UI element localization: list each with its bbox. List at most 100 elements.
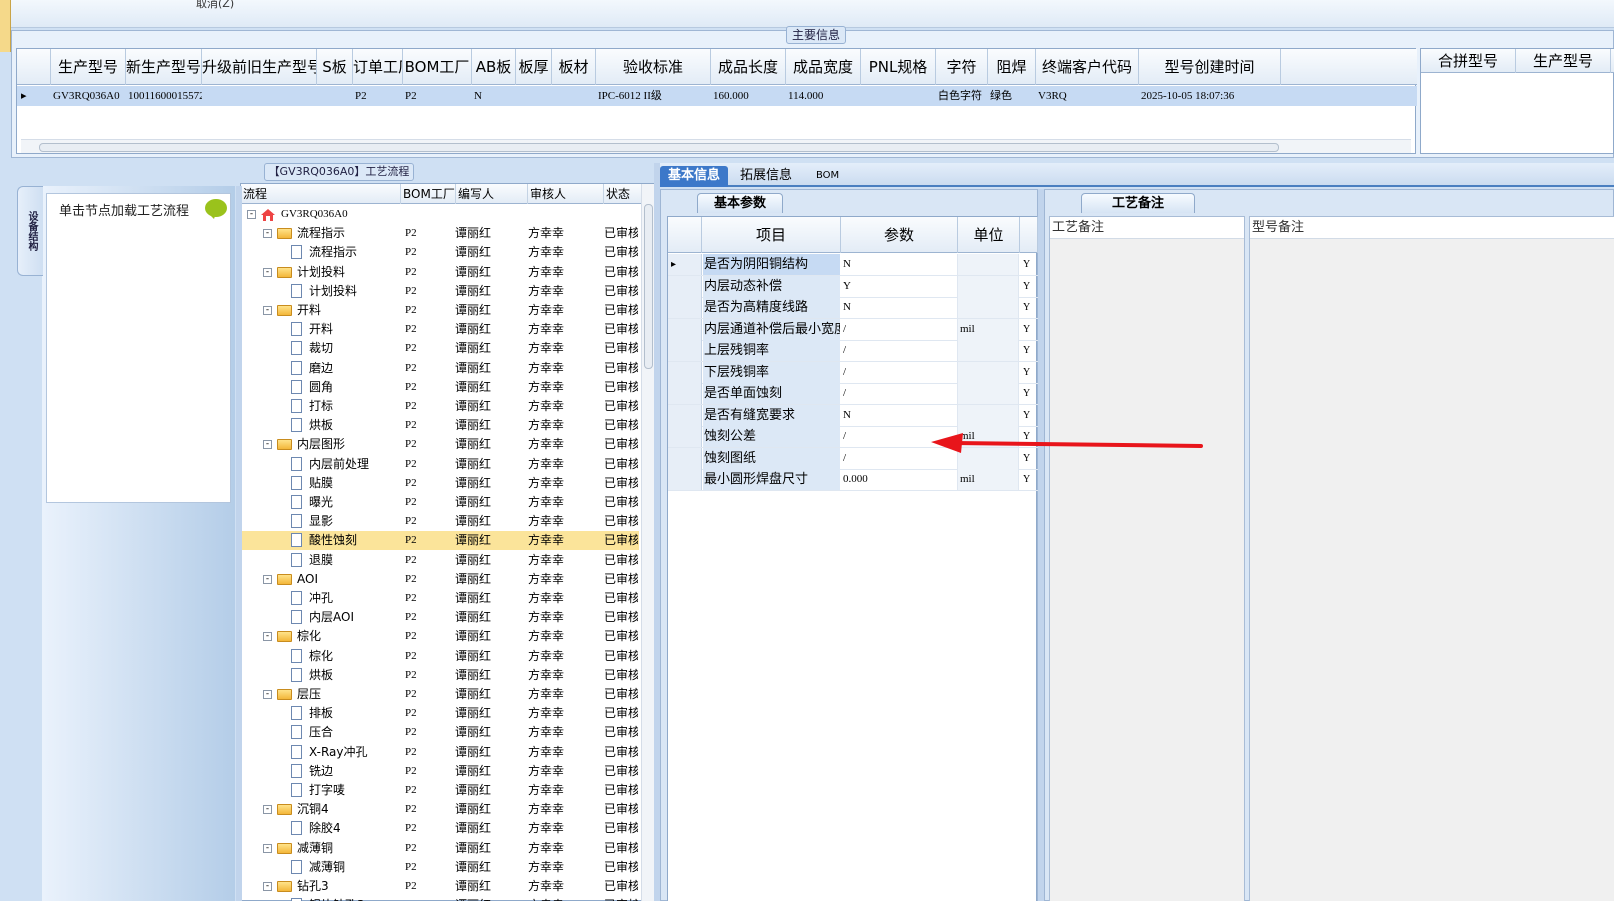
cancel-button[interactable]: 取消(Z) bbox=[196, 0, 234, 11]
param-value[interactable]: N bbox=[841, 297, 958, 318]
column-header[interactable]: 编写人 bbox=[456, 184, 528, 204]
column-header[interactable]: 订单工厂 bbox=[353, 49, 403, 85]
column-header[interactable]: 成品长度 bbox=[711, 49, 786, 85]
column-header[interactable]: 验收标准 bbox=[596, 49, 711, 85]
model-remarks-box[interactable]: 型号备注 bbox=[1249, 216, 1614, 901]
column-header[interactable]: 合拼型号 bbox=[1421, 49, 1516, 73]
column-header[interactable]: BOM工厂 bbox=[403, 49, 472, 85]
tree-row[interactable]: 酸性蚀刻 P2 谭丽红 方幸幸 已审核 bbox=[241, 531, 639, 551]
tree-row[interactable]: 除胶4 P2 谭丽红 方幸幸 已审核 bbox=[241, 819, 639, 838]
scrollbar-thumb[interactable] bbox=[644, 204, 653, 369]
column-header[interactable]: 生产型号 bbox=[1516, 49, 1611, 73]
param-row[interactable]: 是否有缝宽要求 N Y bbox=[668, 404, 1038, 427]
vertical-scrollbar[interactable] bbox=[641, 184, 654, 901]
tree-row[interactable]: 打字唛 P2 谭丽红 方幸幸 已审核 bbox=[241, 781, 639, 800]
column-header[interactable]: 字符 bbox=[936, 49, 988, 85]
tree-row[interactable]: - 棕化 P2 谭丽红 方幸幸 已审核 bbox=[241, 627, 639, 646]
tab-basic-params[interactable]: 基本参数 bbox=[697, 193, 783, 213]
tree-row[interactable]: 贴膜 P2 谭丽红 方幸幸 已审核 bbox=[241, 474, 639, 493]
tree-row[interactable]: 曝光 P2 谭丽红 方幸幸 已审核 bbox=[241, 493, 639, 512]
tree-row[interactable]: - 计划投料 P2 谭丽红 方幸幸 已审核 bbox=[241, 263, 639, 282]
tree-row[interactable]: - GV3RQ036A0 bbox=[241, 205, 639, 224]
tree-row[interactable]: 圆角 P2 谭丽红 方幸幸 已审核 bbox=[241, 378, 639, 397]
tree-row[interactable]: 打标 P2 谭丽红 方幸幸 已审核 bbox=[241, 397, 639, 416]
column-header[interactable]: 型号创建时间 bbox=[1139, 49, 1281, 85]
param-value[interactable]: / bbox=[841, 361, 958, 383]
tree-row[interactable]: 棕化 P2 谭丽红 方幸幸 已审核 bbox=[241, 647, 639, 666]
tab-extended-info[interactable]: 拓展信息 bbox=[732, 166, 800, 187]
column-header[interactable]: 审核人 bbox=[528, 184, 604, 204]
tree-row[interactable]: - 流程指示 P2 谭丽红 方幸幸 已审核 bbox=[241, 224, 639, 243]
expand-toggle[interactable]: - bbox=[263, 229, 272, 239]
column-header[interactable]: 板厚 bbox=[516, 49, 552, 85]
column-header[interactable]: 升级前旧生产型号 bbox=[202, 49, 317, 85]
tree-row[interactable]: 烘板 P2 谭丽红 方幸幸 已审核 bbox=[241, 416, 639, 435]
tree-row[interactable]: 减薄铜 P2 谭丽红 方幸幸 已审核 bbox=[241, 858, 639, 877]
tree-row[interactable]: - 钻孔3 P2 谭丽红 方幸幸 已审核 bbox=[241, 877, 639, 896]
param-row[interactable]: 下层残铜率 / Y bbox=[668, 361, 1038, 384]
param-value[interactable]: N bbox=[841, 254, 958, 275]
param-row[interactable]: ▸ 是否为阴阳铜结构 N Y bbox=[668, 254, 1038, 276]
column-header[interactable]: PNL规格 bbox=[861, 49, 936, 85]
tree-row[interactable]: 裁切 P2 谭丽红 方幸幸 已审核 bbox=[241, 339, 639, 358]
expand-toggle[interactable]: - bbox=[263, 306, 272, 315]
expand-toggle[interactable]: - bbox=[263, 574, 272, 584]
scrollbar-thumb[interactable] bbox=[39, 143, 1279, 152]
tree-row[interactable]: 开料 P2 谭丽红 方幸幸 已审核 bbox=[241, 320, 639, 339]
tree-row[interactable]: - 沉铜4 P2 谭丽红 方幸幸 已审核 bbox=[241, 800, 639, 819]
tree-row[interactable]: 内层前处理 P2 谭丽红 方幸幸 已审核 bbox=[241, 455, 639, 474]
column-header[interactable]: BOM工厂 bbox=[401, 184, 456, 204]
tree-row[interactable]: 退膜 P2 谭丽红 方幸幸 已审核 bbox=[241, 551, 639, 570]
tree-row[interactable]: - 层压 P2 谭丽红 方幸幸 已审核 bbox=[241, 685, 639, 704]
tree-row[interactable]: - 内层图形 P2 谭丽红 方幸幸 已审核 bbox=[241, 435, 639, 454]
expand-toggle[interactable]: - bbox=[247, 210, 256, 219]
param-row[interactable]: 内层通道补偿后最小宽度 / mil Y bbox=[668, 318, 1038, 341]
param-row[interactable]: 内层动态补偿 Y Y bbox=[668, 275, 1038, 298]
column-header[interactable]: 状态 bbox=[604, 184, 644, 204]
param-row[interactable]: 是否单面蚀刻 / Y bbox=[668, 383, 1038, 405]
column-header[interactable]: 阻焊 bbox=[988, 49, 1036, 85]
tree-row[interactable]: 铣边 P2 谭丽红 方幸幸 已审核 bbox=[241, 762, 639, 781]
column-header[interactable]: 参数 bbox=[841, 217, 958, 253]
param-value[interactable]: 0.000 bbox=[841, 469, 958, 490]
tab-bom[interactable]: BOM bbox=[808, 166, 847, 187]
expand-toggle[interactable]: - bbox=[263, 690, 272, 699]
side-tab-device-structure[interactable]: 设备结构 bbox=[17, 186, 43, 276]
column-header[interactable]: 项目 bbox=[702, 217, 841, 253]
param-row[interactable]: 最小圆形焊盘尺寸 0.000 mil Y bbox=[668, 469, 1038, 491]
column-header[interactable]: 板材 bbox=[552, 49, 596, 85]
tree-row[interactable]: - AOI P2 谭丽红 方幸幸 已审核 bbox=[241, 570, 639, 589]
column-header[interactable]: 终端客户代码 bbox=[1036, 49, 1139, 85]
column-header[interactable]: 流程 bbox=[241, 184, 401, 204]
tree-row[interactable]: 内层AOI P2 谭丽红 方幸幸 已审核 bbox=[241, 608, 639, 627]
tree-row[interactable]: 烘板 P2 谭丽红 方幸幸 已审核 bbox=[241, 666, 639, 685]
param-row[interactable]: 上层残铜率 / Y bbox=[668, 340, 1038, 362]
tree-row[interactable]: 冲孔 P2 谭丽红 方幸幸 已审核 bbox=[241, 589, 639, 608]
param-value[interactable]: / bbox=[841, 383, 958, 404]
expand-toggle[interactable]: - bbox=[263, 882, 272, 891]
expand-toggle[interactable]: - bbox=[263, 632, 272, 642]
tree-row[interactable]: X-Ray冲孔 P2 谭丽红 方幸幸 已审核 bbox=[241, 743, 639, 762]
table-row[interactable]: ▸ GV3RQ036A0 10011600015572 P2 P2 N IPC-6012 I… bbox=[17, 86, 1417, 106]
process-remarks-box[interactable]: 工艺备注 bbox=[1049, 216, 1245, 901]
tree-row[interactable]: - 开料 P2 谭丽红 方幸幸 已审核 bbox=[241, 301, 639, 320]
column-header[interactable]: 生产型号 bbox=[51, 49, 126, 85]
param-value[interactable]: N bbox=[841, 404, 958, 426]
splitter[interactable] bbox=[236, 186, 242, 901]
param-row[interactable]: 是否为高精度线路 N Y bbox=[668, 297, 1038, 319]
column-header[interactable]: 单位 bbox=[958, 217, 1020, 253]
tab-basic-info[interactable]: 基本信息 bbox=[660, 166, 729, 187]
expand-toggle[interactable]: - bbox=[263, 805, 272, 815]
tab-process-remarks[interactable]: 工艺备注 bbox=[1081, 193, 1195, 213]
tree-row[interactable]: 流程指示 P2 谭丽红 方幸幸 已审核 bbox=[241, 243, 639, 262]
param-value[interactable]: Y bbox=[841, 275, 958, 297]
column-header[interactable]: S板 bbox=[317, 49, 353, 85]
column-header[interactable]: 成品宽度 bbox=[786, 49, 861, 85]
param-value[interactable]: / bbox=[841, 318, 958, 340]
tree-row[interactable]: - 减薄铜 P2 谭丽红 方幸幸 已审核 bbox=[241, 839, 639, 858]
expand-toggle[interactable]: - bbox=[263, 440, 272, 450]
tree-row[interactable]: 排板 P2 谭丽红 方幸幸 已审核 bbox=[241, 704, 639, 723]
tree-row[interactable]: 显影 P2 谭丽红 方幸幸 已审核 bbox=[241, 512, 639, 531]
expand-toggle[interactable]: - bbox=[263, 267, 272, 277]
tree-row[interactable]: 计划投料 P2 谭丽红 方幸幸 已审核 bbox=[241, 282, 639, 301]
